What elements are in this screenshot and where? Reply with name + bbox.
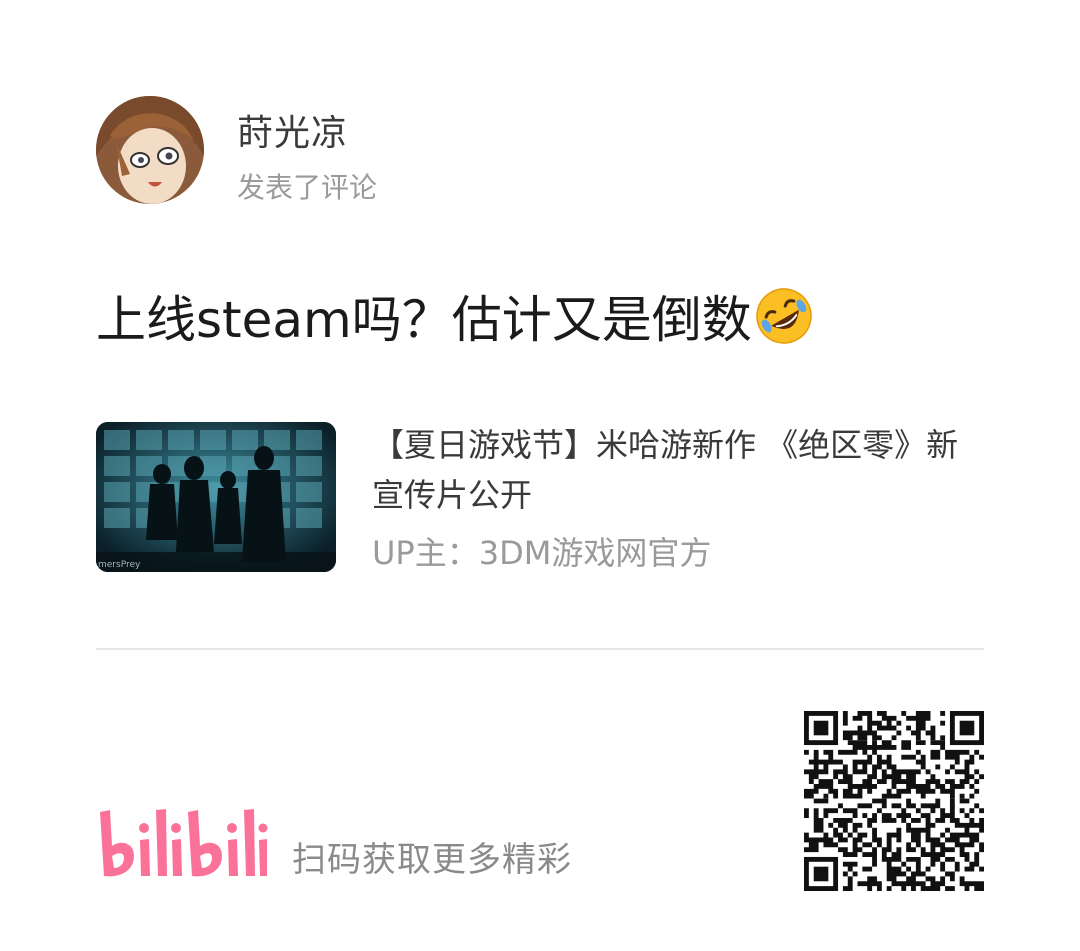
avatar[interactable] (96, 96, 204, 204)
comment-text-row: 上线steam吗？估计又是倒数 (96, 280, 814, 352)
qr-code[interactable] (804, 711, 984, 891)
bilibili-logo (96, 806, 268, 882)
rolling-on-floor-laughing-emoji-icon (754, 286, 814, 346)
scan-prompt-text: 扫码获取更多精彩 (292, 840, 572, 880)
share-card: 莳光凉 发表了评论 上线steam吗？估计又是倒数 mersPrey 【夏日游戏… (0, 0, 1080, 951)
user-name[interactable]: 莳光凉 (237, 104, 348, 156)
comment-text: 上线steam吗？估计又是倒数 (96, 291, 752, 349)
divider (96, 648, 984, 650)
user-action-label: 发表了评论 (237, 171, 378, 204)
video-thumbnail[interactable]: mersPrey (96, 422, 336, 572)
video-title[interactable]: 【夏日游戏节】米哈游新作 《绝区零》新宣传片公开 (372, 420, 962, 520)
video-uploader[interactable]: UP主：3DM游戏网官方 (372, 528, 711, 574)
thumb-watermark: mersPrey (98, 560, 141, 570)
